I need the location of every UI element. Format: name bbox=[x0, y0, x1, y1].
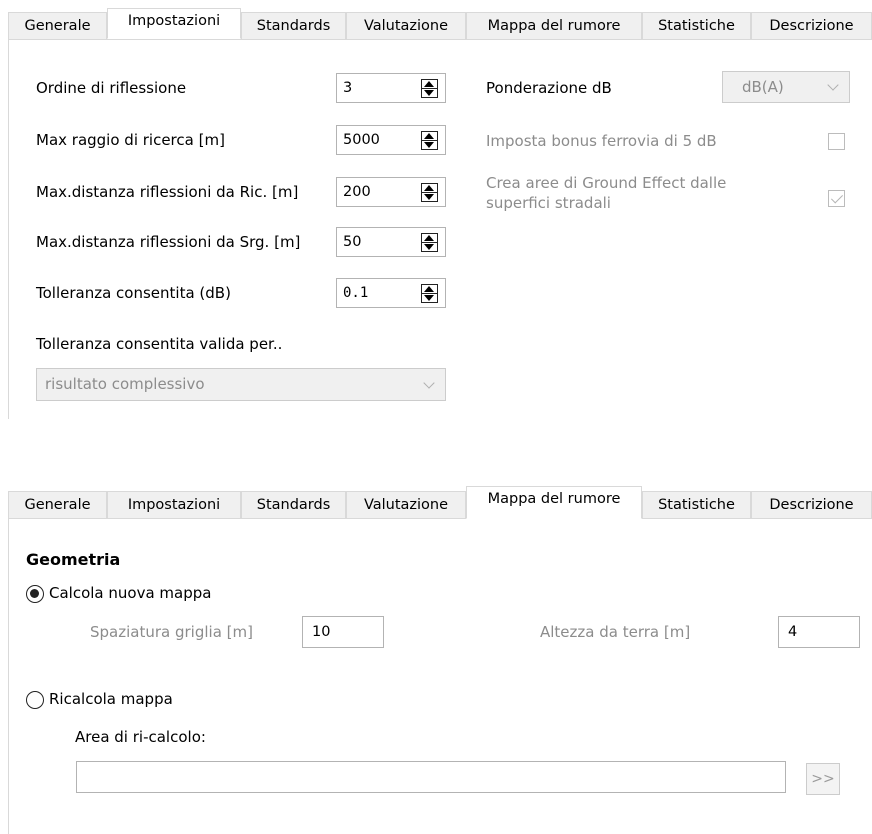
max-dist-source-label: Max.distanza riflessioni da Srg. [m] bbox=[36, 233, 301, 251]
spin-value: 200 bbox=[343, 184, 371, 200]
spin-value: 0.1 bbox=[343, 285, 369, 301]
tab-bar: Generale Impostazioni Standards Valutazi… bbox=[8, 486, 872, 519]
tab-generale[interactable]: Generale bbox=[8, 12, 107, 39]
ground-effect-checkbox[interactable] bbox=[828, 190, 845, 207]
grid-spacing-input[interactable]: 10 bbox=[302, 616, 384, 648]
tab-standards[interactable]: Standards bbox=[241, 491, 346, 518]
spin-arrows-icon[interactable] bbox=[421, 131, 438, 150]
reflection-order-stepper[interactable]: 3 bbox=[336, 73, 446, 103]
tab-standards[interactable]: Standards bbox=[241, 12, 346, 39]
spin-value: 3 bbox=[343, 80, 353, 96]
spin-arrows-icon[interactable] bbox=[421, 233, 438, 252]
browse-button[interactable]: >> bbox=[806, 763, 840, 795]
tolerance-label: Tolleranza consentita (dB) bbox=[36, 284, 231, 302]
tab-mappa-del-rumore[interactable]: Mappa del rumore bbox=[466, 12, 642, 39]
section-title: Geometria bbox=[26, 550, 121, 569]
tab-divider bbox=[8, 39, 872, 40]
recalc-area-label: Area di ri-calcolo: bbox=[75, 728, 206, 746]
chevron-down-icon bbox=[423, 377, 435, 389]
ground-effect-label-line2: superfici stradali bbox=[486, 194, 611, 212]
content-border bbox=[8, 518, 9, 834]
grid-spacing-label: Spaziatura griglia [m] bbox=[90, 623, 253, 641]
recalc-area-input[interactable] bbox=[76, 761, 786, 793]
radio-dot bbox=[30, 589, 39, 598]
ground-effect-label-line1: Crea aree di Ground Effect dalle bbox=[486, 174, 727, 192]
recalc-map-radio[interactable] bbox=[26, 691, 44, 709]
tab-generale[interactable]: Generale bbox=[8, 491, 107, 518]
tab-descrizione[interactable]: Descrizione bbox=[751, 12, 872, 39]
combo-value: dB(A) bbox=[742, 78, 784, 96]
calc-new-map-label: Calcola nuova mappa bbox=[49, 584, 212, 602]
rail-bonus-label: Imposta bonus ferrovia di 5 dB bbox=[486, 132, 717, 150]
check-icon bbox=[830, 191, 844, 204]
tolerance-scope-label: Tolleranza consentita valida per.. bbox=[36, 335, 283, 353]
recalc-map-label: Ricalcola mappa bbox=[49, 690, 173, 708]
max-search-radius-stepper[interactable]: 5000 bbox=[336, 125, 446, 155]
tolerance-stepper[interactable]: 0.1 bbox=[336, 278, 446, 308]
tab-bar: Generale Impostazioni Standards Valutazi… bbox=[8, 8, 872, 39]
tab-valutazione[interactable]: Valutazione bbox=[346, 491, 466, 518]
content-border bbox=[8, 39, 9, 419]
spin-value: 5000 bbox=[343, 132, 380, 148]
calc-new-map-radio[interactable] bbox=[26, 585, 44, 603]
tab-divider bbox=[8, 518, 872, 519]
chevron-down-icon bbox=[827, 79, 839, 91]
tab-descrizione[interactable]: Descrizione bbox=[751, 491, 872, 518]
spin-arrows-icon[interactable] bbox=[421, 284, 438, 303]
max-dist-receiver-stepper[interactable]: 200 bbox=[336, 177, 446, 207]
max-dist-receiver-label: Max.distanza riflessioni da Ric. [m] bbox=[36, 183, 299, 201]
settings-panel: Generale Impostazioni Standards Valutazi… bbox=[0, 0, 872, 420]
reflection-order-label: Ordine di riflessione bbox=[36, 79, 187, 97]
height-above-ground-label: Altezza da terra [m] bbox=[540, 623, 691, 641]
combo-value: risultato complessivo bbox=[45, 375, 205, 393]
rail-bonus-checkbox[interactable] bbox=[828, 133, 845, 150]
tab-impostazioni[interactable]: Impostazioni bbox=[107, 491, 241, 518]
spin-arrows-icon[interactable] bbox=[421, 183, 438, 202]
tolerance-scope-select[interactable]: risultato complessivo bbox=[36, 368, 446, 401]
tab-valutazione[interactable]: Valutazione bbox=[346, 12, 466, 39]
spin-arrows-icon[interactable] bbox=[421, 79, 438, 98]
noise-map-panel: Generale Impostazioni Standards Valutazi… bbox=[0, 478, 872, 834]
weighting-label: Ponderazione dB bbox=[486, 79, 612, 97]
tab-statistiche[interactable]: Statistiche bbox=[642, 12, 751, 39]
tab-impostazioni[interactable]: Impostazioni bbox=[107, 8, 241, 39]
max-dist-source-stepper[interactable]: 50 bbox=[336, 227, 446, 257]
height-above-ground-input[interactable]: 4 bbox=[778, 616, 860, 648]
tab-mappa-del-rumore[interactable]: Mappa del rumore bbox=[466, 486, 642, 519]
max-search-radius-label: Max raggio di ricerca [m] bbox=[36, 131, 225, 149]
weighting-select[interactable]: dB(A) bbox=[722, 71, 850, 103]
tab-statistiche[interactable]: Statistiche bbox=[642, 491, 751, 518]
spin-value: 50 bbox=[343, 234, 362, 250]
